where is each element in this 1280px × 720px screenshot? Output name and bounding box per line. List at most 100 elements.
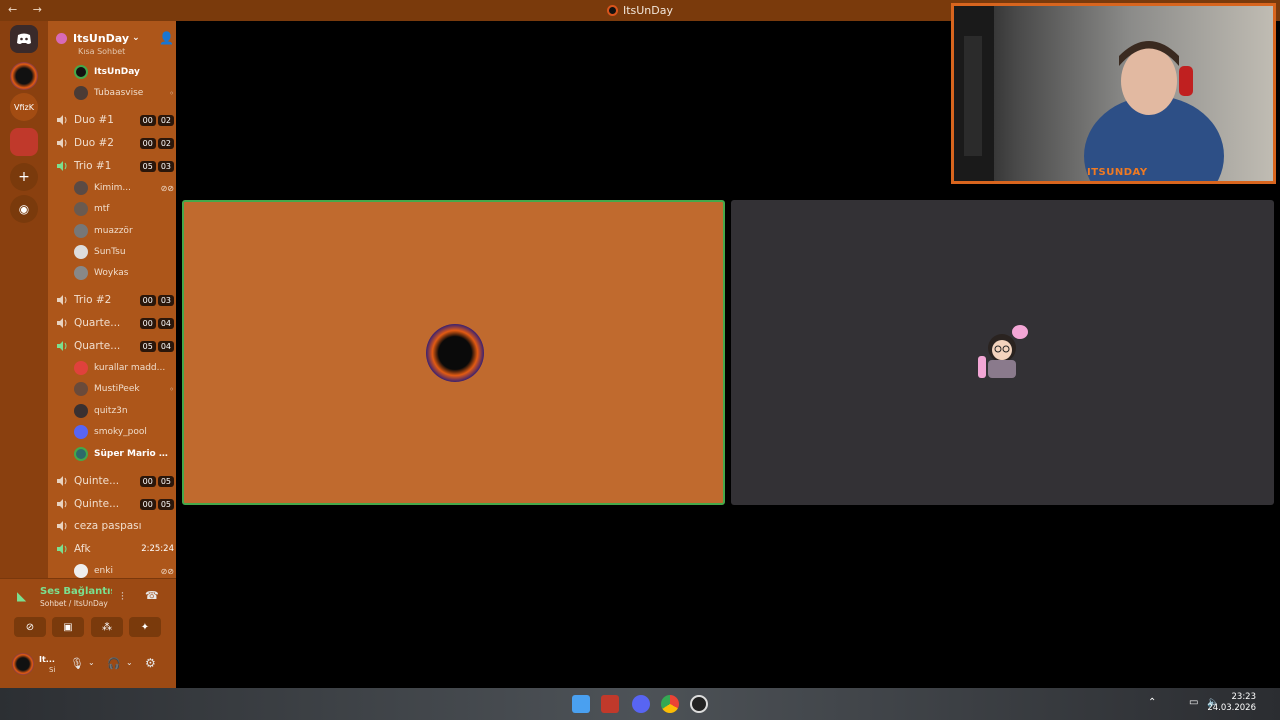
- voice-channel[interactable]: Quarte... 00 04: [56, 313, 174, 333]
- stream-icon: ◦: [169, 88, 174, 98]
- avatar: [74, 245, 88, 259]
- voice-channel[interactable]: Quinte... 00 05: [56, 494, 174, 514]
- voice-channel[interactable]: Quarte... 05 04: [56, 336, 174, 356]
- voice-user[interactable]: Kimim... ⊘⊘: [74, 178, 174, 198]
- voice-user[interactable]: Süper Mario N...: [74, 444, 174, 464]
- speaker-icon: [56, 137, 68, 149]
- avatar: [74, 564, 88, 578]
- invite-people-icon[interactable]: 👤: [159, 31, 174, 45]
- category-label: Kısa Sohbet: [78, 47, 126, 56]
- voice-user[interactable]: quitz3n: [74, 401, 174, 421]
- speaker-active-icon: [56, 160, 68, 172]
- voice-user[interactable]: SunTsu: [74, 242, 174, 262]
- avatar: [74, 86, 88, 100]
- chevron-down-icon[interactable]: ⌄: [88, 658, 95, 667]
- voice-user[interactable]: ItsUnDay: [74, 62, 174, 82]
- settings-gear-icon[interactable]: ⚙: [145, 656, 156, 670]
- headphones-icon[interactable]: 🎧: [107, 657, 121, 670]
- voice-channel[interactable]: Trio #1 05 03: [56, 156, 174, 176]
- voice-user[interactable]: kurallar madd...: [74, 358, 174, 378]
- mute-deafen-icon: ⊘⊘: [160, 566, 174, 576]
- tray-chevron-up-icon[interactable]: ⌃: [1148, 697, 1156, 708]
- server-folder-icon[interactable]: [10, 128, 38, 156]
- server-itsunday-icon[interactable]: [10, 62, 38, 90]
- activities-icon: ⁂: [102, 621, 112, 633]
- user-name: It...: [39, 655, 55, 664]
- screen-share-button[interactable]: ▣: [52, 617, 84, 637]
- speaker-active-icon: [56, 543, 68, 555]
- speaker-icon: [56, 114, 68, 126]
- obs-taskbar-icon[interactable]: [690, 695, 708, 713]
- signal-icon: ◣: [17, 589, 27, 603]
- activities-button[interactable]: ⁂: [91, 617, 123, 637]
- user-status: Si: [49, 666, 56, 674]
- taskbar-app-icon[interactable]: [601, 695, 619, 713]
- network-icon[interactable]: ▭: [1189, 697, 1198, 708]
- avatar: [74, 202, 88, 216]
- speaker-active-icon: [56, 340, 68, 352]
- speaker-icon: [56, 475, 68, 487]
- avatar: [74, 181, 88, 195]
- soundboard-icon: ✦: [140, 621, 150, 633]
- guild-name: ItsUnDay: [73, 31, 130, 45]
- voice-channel[interactable]: Duo #2 00 02: [56, 133, 174, 153]
- discover-compass-icon[interactable]: ◉: [10, 195, 38, 223]
- participant-tile-speaking[interactable]: [182, 200, 725, 505]
- voice-channel[interactable]: Duo #1 00 02: [56, 110, 174, 130]
- speaker-icon: [56, 294, 68, 306]
- avatar: [74, 65, 88, 79]
- webcam-overlay: [951, 3, 1276, 184]
- add-server-icon[interactable]: +: [10, 163, 38, 191]
- discord-taskbar-icon[interactable]: [632, 695, 650, 713]
- voice-status[interactable]: Ses Bağlantısı Kuruldu: [40, 586, 112, 597]
- back-forward-icon[interactable]: ← →: [8, 3, 48, 16]
- voice-channel[interactable]: Quinte... 00 05: [56, 471, 174, 491]
- voice-user[interactable]: smoky_pool: [74, 422, 174, 442]
- voice-user[interactable]: mtf: [74, 199, 174, 219]
- guild-header[interactable]: ItsUnDay ⌄ 👤: [56, 29, 174, 47]
- stream-icon: ◦: [169, 384, 174, 394]
- avatar: [74, 425, 88, 439]
- avatar: [74, 266, 88, 280]
- user-avatar[interactable]: [12, 653, 34, 675]
- voice-user[interactable]: MustiPeek ◦: [74, 379, 174, 399]
- voice-channel[interactable]: Trio #2 00 03: [56, 290, 174, 310]
- avatar: [74, 361, 88, 375]
- camera-off-icon: ⊘: [25, 621, 35, 633]
- participant-avatar: [974, 320, 1032, 382]
- avatar: [74, 404, 88, 418]
- voice-channel[interactable]: Afk 2:25:24: [56, 539, 174, 559]
- mute-deafen-icon: ⊘⊘: [160, 183, 174, 193]
- avatar: [74, 447, 88, 461]
- screen-share-icon: ▣: [63, 621, 73, 633]
- guild-icon: [56, 32, 67, 44]
- participant-tile[interactable]: [731, 200, 1274, 505]
- soundboard-button[interactable]: ✦: [129, 617, 161, 637]
- participant-avatar: [426, 324, 484, 382]
- webcam-name-label: ITSUNDAY: [1087, 167, 1148, 178]
- system-clock[interactable]: 23:23 24.03.2026: [1207, 692, 1256, 714]
- chrome-taskbar-icon[interactable]: [661, 695, 679, 713]
- chevron-down-icon[interactable]: ⌄: [126, 658, 133, 667]
- disconnect-icon[interactable]: ☎: [145, 589, 159, 602]
- start-icon[interactable]: [572, 695, 590, 713]
- avatar: [74, 382, 88, 396]
- voice-location: Sohbet / ItsUnDay: [40, 599, 108, 608]
- speaker-icon: [56, 317, 68, 329]
- avatar: [74, 224, 88, 238]
- speaker-icon: [56, 520, 68, 532]
- server-logo-icon: [606, 5, 618, 16]
- voice-user[interactable]: Woykas: [74, 263, 174, 283]
- camera-off-button[interactable]: ⊘: [14, 617, 46, 637]
- discord-home-icon[interactable]: [10, 25, 38, 53]
- speaker-icon: [56, 498, 68, 510]
- noise-suppression-icon[interactable]: ⫶: [121, 590, 124, 604]
- window-title: ItsUnDay: [622, 4, 674, 17]
- microphone-icon[interactable]: 🎙: [70, 657, 84, 670]
- server-vfizk[interactable]: VfizK: [10, 93, 38, 121]
- voice-channel[interactable]: ceza paspası: [56, 516, 174, 536]
- voice-user[interactable]: Tubaasvise ◦: [74, 83, 174, 103]
- voice-panel: ◣ Ses Bağlantısı Kuruldu Sohbet / ItsUnD…: [0, 578, 176, 688]
- voice-user[interactable]: muazzör: [74, 221, 174, 241]
- chevron-down-icon: ⌄: [132, 33, 140, 43]
